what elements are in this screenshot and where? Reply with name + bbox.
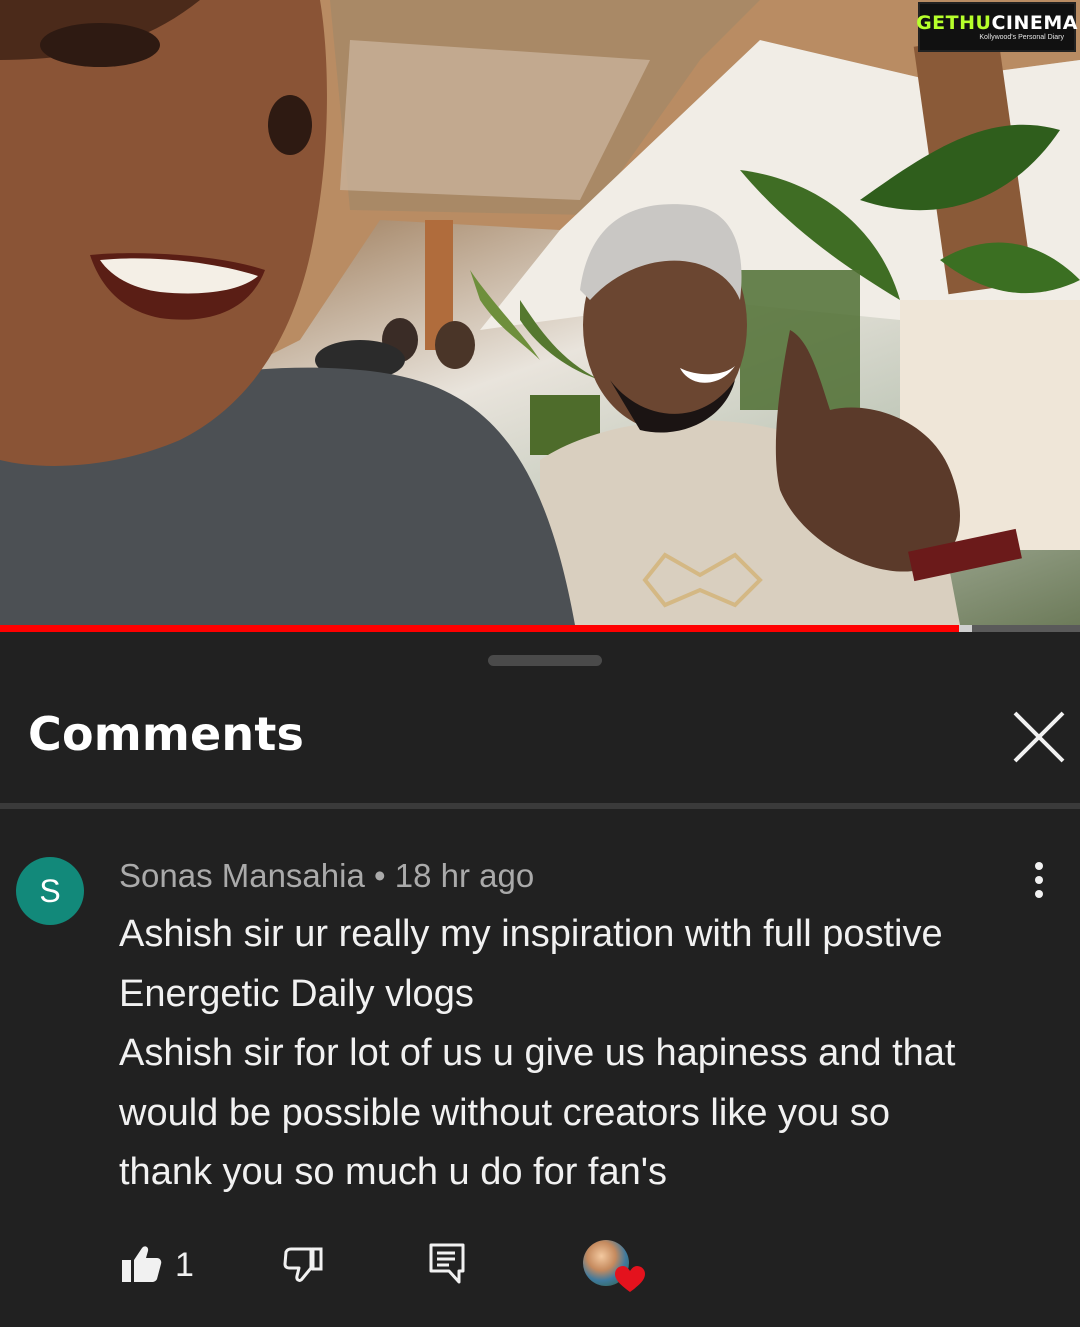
more-vertical-icon-dot bbox=[1035, 876, 1043, 884]
comment-line: Ashish sir for lot of us u give us hapin… bbox=[119, 1032, 956, 1074]
video-frame bbox=[0, 0, 1080, 625]
comments-title: Comments bbox=[28, 707, 305, 761]
sheet-divider bbox=[0, 803, 1080, 809]
watermark-brand-accent: CINEMA bbox=[991, 11, 1078, 34]
watermark-tagline: Kollywood's Personal Diary bbox=[979, 33, 1064, 41]
like-button[interactable] bbox=[120, 1244, 162, 1289]
more-vertical-icon-dot bbox=[1035, 890, 1043, 898]
avatar[interactable]: S bbox=[16, 857, 84, 925]
meta-separator: • bbox=[374, 857, 386, 894]
watermark-logo: GETHUCINEMA Kollywood's Personal Diary bbox=[916, 2, 1078, 52]
comment-author[interactable]: Sonas Mansahia bbox=[119, 857, 365, 894]
comment-line: Energetic Daily vlogs bbox=[119, 972, 474, 1015]
watermark-brand: GETHU bbox=[916, 11, 992, 34]
sheet-drag-handle[interactable] bbox=[488, 655, 602, 666]
thumbs-up-icon bbox=[122, 1246, 162, 1282]
avatar-letter: S bbox=[39, 872, 61, 909]
reply-icon bbox=[429, 1243, 465, 1284]
comment-line: thank you so much u do for fan's bbox=[119, 1151, 668, 1193]
close-button[interactable] bbox=[1008, 706, 1070, 768]
video-buffer-bar bbox=[959, 625, 972, 632]
creator-heart-button[interactable] bbox=[583, 1240, 645, 1296]
reply-button[interactable] bbox=[429, 1243, 465, 1290]
thumbs-down-icon bbox=[283, 1247, 323, 1282]
video-progress-bar[interactable] bbox=[0, 625, 1080, 632]
video-progress-fill bbox=[0, 625, 959, 632]
comment-line: would be possible without creators like … bbox=[119, 1091, 890, 1134]
comment-time: 18 hr ago bbox=[394, 857, 535, 894]
like-count: 1 bbox=[175, 1246, 194, 1284]
comment-line: Ashish sir ur really my inspiration with… bbox=[119, 913, 943, 955]
dislike-button[interactable] bbox=[283, 1246, 323, 1289]
heart-icon bbox=[615, 1266, 645, 1292]
close-icon bbox=[1013, 711, 1065, 763]
comment-more-button[interactable] bbox=[1018, 858, 1060, 902]
video-player[interactable]: GETHUCINEMA Kollywood's Personal Diary bbox=[0, 0, 1080, 625]
more-vertical-icon-dot bbox=[1035, 862, 1043, 870]
comment-text: Ashish sir ur really my inspiration with… bbox=[119, 905, 1054, 1203]
comment-header: Sonas Mansahia • 18 hr ago bbox=[119, 857, 534, 895]
